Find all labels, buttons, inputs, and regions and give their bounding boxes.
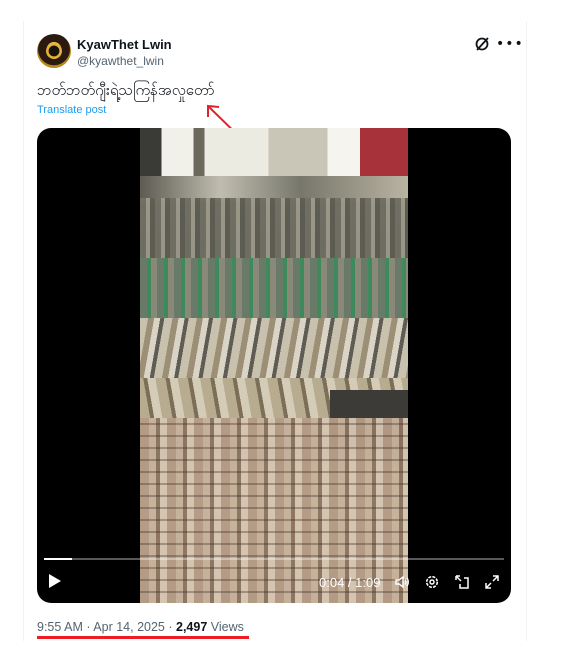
pip-icon[interactable] xyxy=(454,574,470,590)
video-progress-bar[interactable] xyxy=(44,558,504,560)
translate-post-link[interactable]: Translate post xyxy=(37,104,106,116)
settings-icon[interactable] xyxy=(424,574,440,590)
duration: 1:09 xyxy=(355,575,381,590)
video-frame xyxy=(140,128,408,603)
author-handle[interactable]: @kyawthet_lwin xyxy=(77,54,164,68)
current-time: 0:04 xyxy=(319,575,345,590)
post-text: ဘတ်ဘတ်ဂျီးရဲ့သကြန်အလှုတော် xyxy=(37,81,215,99)
grok-icon[interactable] xyxy=(474,36,490,52)
play-icon[interactable] xyxy=(49,574,61,588)
post-date[interactable]: Apr 14, 2025 xyxy=(93,620,165,634)
video-time: 0:04 / 1:09 xyxy=(319,575,381,590)
post-metadata: 9:55 AM · Apr 14, 2025 · 2,497 Views xyxy=(37,620,244,634)
views-label: Views xyxy=(210,620,244,634)
post-time[interactable]: 9:55 AM xyxy=(37,620,83,634)
video-progress-fill xyxy=(44,558,72,560)
views-count: 2,497 xyxy=(176,620,208,634)
author-name[interactable]: KyawThet Lwin xyxy=(77,37,172,52)
more-icon[interactable]: ••• xyxy=(496,36,524,52)
annotation-underline xyxy=(37,636,249,639)
video-player[interactable]: 0:04 / 1:09 xyxy=(37,128,511,603)
avatar[interactable] xyxy=(37,34,71,68)
volume-icon[interactable] xyxy=(394,574,410,590)
fullscreen-icon[interactable] xyxy=(484,574,500,590)
